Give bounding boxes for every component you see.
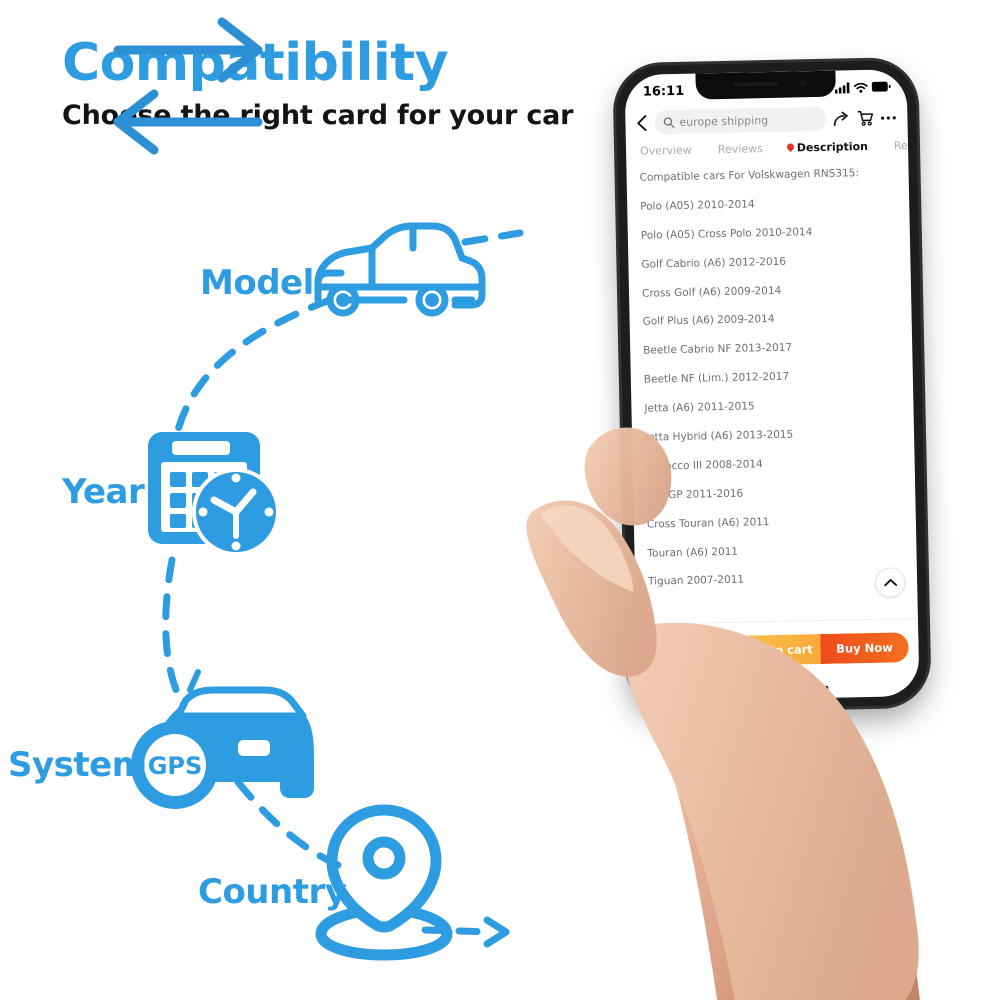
wifi-icon — [853, 82, 868, 93]
diagram-label-system: System — [8, 745, 147, 785]
tab-reviews-label: Reviews — [717, 142, 763, 157]
more-ellipsis-icon[interactable] — [880, 115, 896, 120]
status-time: 16:11 — [642, 83, 685, 100]
back-chevron-icon[interactable] — [636, 114, 647, 131]
tab-bar: Overview Reviews Description Recom — [626, 139, 920, 158]
list-heading: Compatible cars For Volskwagen RNS315: — [639, 167, 860, 184]
list-item: Polo (A05) 2010-2014 — [640, 198, 755, 213]
diagram-label-country: Country — [198, 872, 347, 912]
calendar-clock-icon — [148, 432, 280, 556]
battery-icon — [871, 81, 891, 92]
arrow-left-icon — [113, 89, 263, 155]
tab-description-label: Description — [796, 139, 869, 155]
status-bar: 16:11 — [624, 69, 907, 105]
tab-reviews[interactable]: Reviews — [718, 142, 763, 156]
diagram-label-model: Model — [200, 263, 314, 303]
gps-badge-label: GPS — [147, 752, 203, 780]
gps-car-icon — [131, 669, 314, 809]
search-icon — [663, 116, 675, 128]
car-side-icon — [314, 222, 486, 317]
list-item: Golf Cabrio (A6) 2012-2016 — [641, 255, 787, 271]
arrow-right-icon — [113, 17, 263, 83]
tab-recommended-label: Recom — [893, 138, 920, 153]
speed-lines — [0, 4, 350, 173]
nav-search-row: europe shipping — [625, 105, 907, 135]
list-item: Polo (A05) Cross Polo 2010-2014 — [640, 225, 813, 242]
hand-holding-phone — [526, 427, 920, 1000]
poster-canvas: Compatibility Choose the right card for … — [0, 0, 1000, 1000]
cart-icon[interactable] — [857, 110, 874, 126]
location-pin-icon — [787, 143, 794, 152]
list-item: Beetle Cabrio NF 2013-2017 — [643, 341, 793, 358]
search-input[interactable]: europe shipping — [654, 106, 827, 135]
share-icon[interactable] — [833, 111, 850, 126]
list-item: Cross Golf (A6) 2009-2014 — [641, 284, 782, 300]
tab-overview[interactable]: Overview — [640, 144, 692, 158]
tab-description[interactable]: Description — [787, 140, 868, 155]
tab-overview-label: Overview — [639, 143, 692, 158]
list-item: Golf Plus (A6) 2009-2014 — [642, 313, 775, 329]
diagram-label-year: Year — [62, 472, 145, 512]
search-value: europe shipping — [679, 113, 769, 129]
tab-recommended[interactable]: Recom — [894, 139, 920, 153]
signal-icon — [834, 81, 850, 94]
